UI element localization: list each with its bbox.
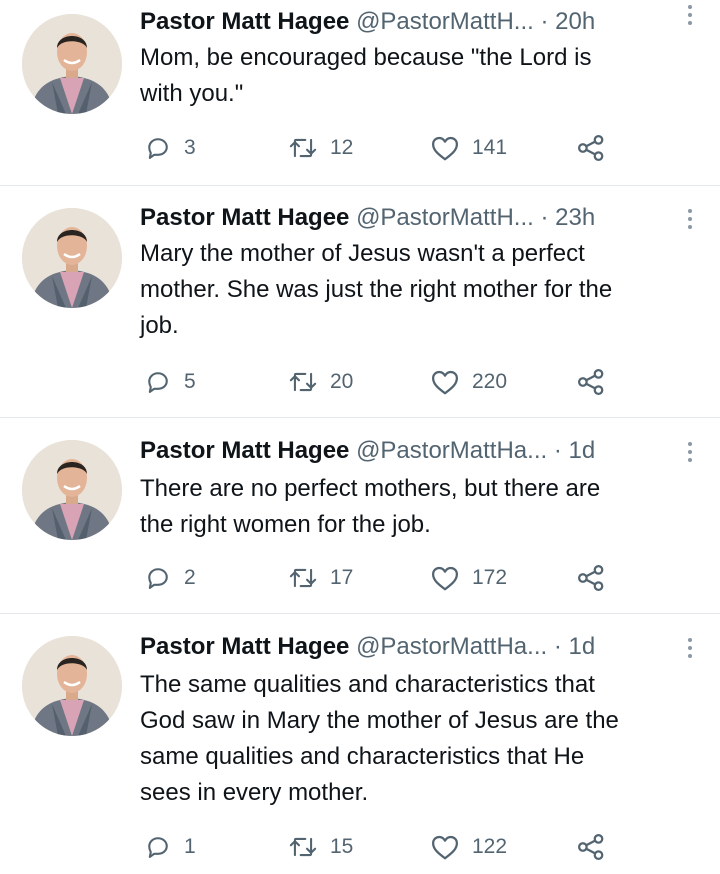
like-count: 122 bbox=[472, 835, 508, 858]
share-icon bbox=[578, 135, 604, 161]
tweet-text-line: same qualities and characteristics that … bbox=[140, 743, 585, 770]
reply-button[interactable]: 3 bbox=[144, 132, 196, 164]
author-name[interactable]: Pastor Matt Hagee bbox=[140, 633, 349, 660]
tweet-text-line: Mary the mother of Jesus wasn't a perfec… bbox=[140, 240, 585, 267]
reply-count: 1 bbox=[184, 835, 196, 858]
share-icon bbox=[578, 565, 604, 591]
tweet-header: Pastor Matt Hagee @PastorMattH... · 20h bbox=[140, 8, 702, 36]
more-options-icon[interactable] bbox=[680, 2, 700, 28]
tweet-text-line: The same qualities and characteristics t… bbox=[140, 671, 595, 698]
reply-icon bbox=[148, 372, 168, 393]
tweet-header: Pastor Matt Hagee @PastorMattH... · 23h bbox=[140, 204, 702, 232]
separator-dot: · bbox=[553, 633, 562, 660]
author-handle[interactable]: @PastorMattHa... bbox=[356, 437, 547, 464]
share-icon bbox=[578, 369, 604, 395]
reply-icon bbox=[148, 138, 168, 159]
reply-button[interactable]: 1 bbox=[144, 831, 196, 863]
author-name[interactable]: Pastor Matt Hagee bbox=[140, 437, 349, 464]
separator-dot: · bbox=[540, 8, 549, 35]
author-name[interactable]: Pastor Matt Hagee bbox=[140, 204, 349, 231]
retweet-button[interactable]: 17 bbox=[288, 562, 353, 594]
author-name[interactable]: Pastor Matt Hagee bbox=[140, 8, 349, 35]
avatar-photo bbox=[22, 636, 122, 736]
share-button[interactable] bbox=[576, 366, 606, 398]
heart-icon bbox=[432, 566, 458, 591]
tweet[interactable]: Pastor Matt Hagee @PastorMattHa... · 1d … bbox=[0, 614, 720, 874]
like-button[interactable]: 172 bbox=[430, 562, 507, 594]
tweet-actions: 3 12 141 bbox=[140, 132, 702, 164]
timestamp[interactable]: 20h bbox=[555, 8, 595, 35]
share-button[interactable] bbox=[576, 831, 606, 863]
tweet-header: Pastor Matt Hagee @PastorMattHa... · 1d bbox=[140, 633, 702, 661]
tweet-text-line: the right women for the job. bbox=[140, 511, 431, 538]
like-count: 172 bbox=[472, 566, 508, 589]
share-button[interactable] bbox=[576, 562, 606, 594]
avatar[interactable] bbox=[22, 636, 122, 736]
tweet-header: Pastor Matt Hagee @PastorMattHa... · 1d bbox=[140, 437, 702, 465]
avatar-photo bbox=[22, 208, 122, 308]
more-options-icon[interactable] bbox=[680, 439, 700, 465]
tweet-text: The same qualities and characteristics t… bbox=[140, 667, 702, 811]
tweet-actions: 5 20 220 bbox=[140, 366, 702, 398]
avatar-photo bbox=[22, 440, 122, 540]
retweet-button[interactable]: 20 bbox=[288, 366, 353, 398]
timestamp[interactable]: 23h bbox=[555, 204, 595, 231]
timestamp[interactable]: 1d bbox=[569, 437, 596, 464]
tweet[interactable]: Pastor Matt Hagee @PastorMattHa... · 1d … bbox=[0, 418, 720, 614]
retweet-count: 17 bbox=[330, 566, 354, 589]
reply-button[interactable]: 5 bbox=[144, 366, 196, 398]
timestamp[interactable]: 1d bbox=[569, 633, 596, 660]
tweet-text-line: God saw in Mary the mother of Jesus are … bbox=[140, 707, 619, 734]
retweet-count: 20 bbox=[330, 370, 354, 393]
like-button[interactable]: 122 bbox=[430, 831, 507, 863]
tweet[interactable]: Pastor Matt Hagee @PastorMattH... · 20h … bbox=[0, 0, 720, 186]
reply-icon bbox=[148, 568, 168, 589]
tweet-text: Mom, be encouraged because "the Lord is … bbox=[140, 40, 702, 112]
avatar[interactable] bbox=[22, 14, 122, 114]
tweet-text-line: sees in every mother. bbox=[140, 779, 369, 806]
tweet-text-line: job. bbox=[140, 312, 179, 339]
like-count: 220 bbox=[472, 370, 508, 393]
heart-icon bbox=[432, 835, 458, 860]
reply-button[interactable]: 2 bbox=[144, 562, 196, 594]
more-options-icon[interactable] bbox=[680, 635, 700, 661]
separator-dot: · bbox=[540, 204, 549, 231]
like-button[interactable]: 220 bbox=[430, 366, 507, 398]
like-count: 141 bbox=[472, 136, 508, 159]
tweet-actions: 1 15 122 bbox=[140, 831, 702, 863]
heart-icon bbox=[432, 136, 458, 161]
tweet-actions: 2 17 172 bbox=[140, 562, 702, 594]
more-options-icon[interactable] bbox=[680, 206, 700, 232]
tweet-text-line: with you." bbox=[140, 80, 244, 107]
retweet-count: 12 bbox=[330, 136, 354, 159]
reply-count: 3 bbox=[184, 136, 196, 159]
avatar-photo bbox=[22, 14, 122, 114]
retweet-button[interactable]: 15 bbox=[288, 831, 353, 863]
avatar[interactable] bbox=[22, 440, 122, 540]
author-handle[interactable]: @PastorMattHa... bbox=[356, 633, 547, 660]
retweet-button[interactable]: 12 bbox=[288, 132, 353, 164]
tweet-text: Mary the mother of Jesus wasn't a perfec… bbox=[140, 236, 702, 344]
avatar[interactable] bbox=[22, 208, 122, 308]
heart-icon bbox=[432, 370, 458, 395]
author-handle[interactable]: @PastorMattH... bbox=[356, 204, 534, 231]
reply-icon bbox=[148, 837, 168, 858]
retweet-icon bbox=[289, 138, 317, 158]
like-button[interactable]: 141 bbox=[430, 132, 507, 164]
tweet-text-line: There are no perfect mothers, but there … bbox=[140, 475, 601, 502]
tweet-text-line: Mom, be encouraged because "the Lord is bbox=[140, 44, 592, 71]
share-button[interactable] bbox=[576, 132, 606, 164]
retweet-icon bbox=[289, 372, 317, 392]
tweet-text-line: mother. She was just the right mother fo… bbox=[140, 276, 613, 303]
tweet[interactable]: Pastor Matt Hagee @PastorMattH... · 23h … bbox=[0, 186, 720, 418]
separator-dot: · bbox=[553, 437, 562, 464]
retweet-icon bbox=[289, 837, 317, 857]
tweet-text: There are no perfect mothers, but there … bbox=[140, 471, 702, 543]
author-handle[interactable]: @PastorMattH... bbox=[356, 8, 534, 35]
retweet-icon bbox=[289, 568, 317, 588]
reply-count: 5 bbox=[184, 370, 196, 393]
share-icon bbox=[578, 834, 604, 860]
retweet-count: 15 bbox=[330, 835, 354, 858]
reply-count: 2 bbox=[184, 566, 196, 589]
